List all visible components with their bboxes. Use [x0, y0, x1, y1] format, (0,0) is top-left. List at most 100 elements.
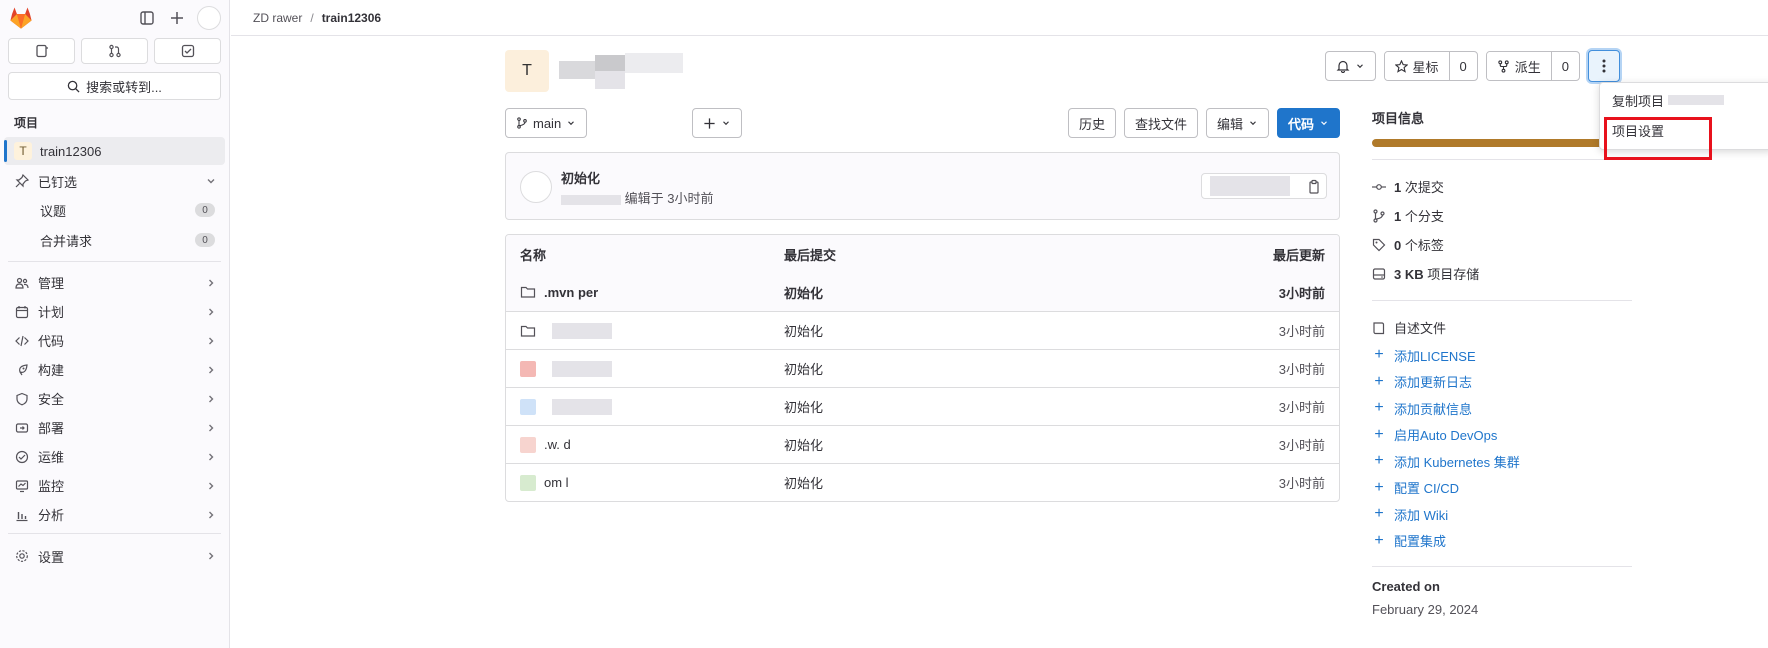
copy-project-id-item[interactable]: 复制项目 — [1600, 85, 1768, 115]
sidebar-item-monitor[interactable]: 运维 — [4, 442, 225, 471]
table-row[interactable]: 初始化 3小时前 — [506, 349, 1339, 387]
tags-label: 个标签 — [1404, 238, 1444, 253]
todos-shortcut-button[interactable] — [154, 38, 221, 64]
star-button[interactable]: 星标 — [1384, 52, 1449, 80]
highlight-annotation — [1604, 117, 1712, 160]
sidebar-item-calendar[interactable]: 计划 — [4, 297, 225, 326]
sidebar-nav-label: 监控 — [38, 479, 65, 494]
info-add-link[interactable]: + 添加 Wiki — [1372, 501, 1632, 528]
merge-requests-shortcut-button[interactable] — [81, 38, 148, 64]
copy-icon[interactable] — [1306, 179, 1322, 195]
file-name[interactable]: om l — [544, 475, 569, 490]
bell-icon — [1336, 60, 1349, 73]
sidebar-item-analytics[interactable]: 分析 — [4, 500, 225, 529]
info-divider — [1372, 159, 1632, 160]
table-row[interactable]: .w. d 初始化 3小时前 — [506, 425, 1339, 463]
info-add-link[interactable]: + 添加LICENSE — [1372, 342, 1632, 369]
table-row[interactable]: om l 初始化 3小时前 — [506, 463, 1339, 501]
sidebar-item-users[interactable]: 管理 — [4, 268, 225, 297]
plus-icon — [704, 117, 715, 129]
search-label: 搜索或转到... — [86, 79, 162, 95]
table-row[interactable]: 初始化 3小时前 — [506, 311, 1339, 349]
sidebar-item-chart[interactable]: 监控 — [4, 471, 225, 500]
info-add-link[interactable]: + 添加 Kubernetes 集群 — [1372, 448, 1632, 475]
history-button[interactable]: 历史 — [1067, 108, 1116, 138]
sidebar-nav-label: 构建 — [38, 363, 65, 378]
info-link-label: 添加更新日志 — [1394, 375, 1473, 391]
branch-selector[interactable]: main — [505, 108, 588, 138]
fork-button[interactable]: 派生 — [1486, 52, 1551, 80]
breadcrumb-group[interactable]: ZD rawer — [253, 11, 302, 25]
info-divider — [1372, 300, 1632, 301]
info-add-link[interactable]: + 添加更新日志 — [1372, 369, 1632, 396]
collapse-sidebar-icon[interactable] — [137, 8, 157, 28]
plus-icon: + — [1374, 531, 1384, 549]
sidebar-nav-label: 安全 — [38, 392, 65, 407]
edit-button[interactable]: 编辑 — [1205, 108, 1269, 138]
sidebar-item-code[interactable]: 代码 — [4, 326, 225, 355]
tag-icon — [1372, 238, 1386, 251]
search-button[interactable]: 搜索或转到... — [8, 72, 221, 100]
find-file-button[interactable]: 查找文件 — [1123, 108, 1198, 138]
commit-title[interactable]: 初始化 — [561, 168, 600, 187]
commits-stat[interactable]: 1 次提交 — [1372, 172, 1632, 201]
sidebar-item-issues[interactable]: 议题 0 — [4, 195, 225, 225]
info-add-link[interactable]: + 添加贡献信息 — [1372, 395, 1632, 422]
language-bar[interactable] — [1372, 139, 1604, 147]
code-label: 代码 — [1287, 116, 1314, 132]
table-row[interactable]: .mvn per 初始化 3小时前 — [506, 273, 1339, 311]
fork-count[interactable]: 0 — [1550, 52, 1579, 80]
sidebar-item-pinned[interactable]: 已钉选 — [4, 167, 225, 195]
commit-sha-box[interactable] — [1201, 173, 1327, 199]
plus-icon[interactable] — [167, 8, 187, 28]
storage-stat[interactable]: 3 KB 项目存储 — [1372, 259, 1632, 288]
add-dropdown-button[interactable] — [692, 108, 742, 138]
info-link-label: 添加贡献信息 — [1394, 401, 1473, 417]
sidebar: 搜索或转到... 项目 T train12306 已钉选 议题 0 合并请求 0… — [0, 0, 230, 648]
commits-count: 1 — [1394, 180, 1402, 195]
file-commit-cell[interactable]: 初始化 — [784, 359, 1139, 378]
breadcrumb-project[interactable]: train12306 — [322, 11, 381, 25]
sidebar-item-settings[interactable]: 设置 — [4, 540, 225, 572]
file-commit-cell[interactable]: 初始化 — [784, 473, 1139, 492]
notification-button[interactable] — [1324, 51, 1376, 81]
deploy-icon — [14, 420, 30, 436]
file-name-redacted — [552, 360, 612, 377]
file-table-header: 名称 最后提交 最后更新 — [506, 235, 1339, 273]
star-count[interactable]: 0 — [1448, 52, 1477, 80]
file-commit-cell[interactable]: 初始化 — [784, 435, 1139, 454]
file-name[interactable]: .mvn per — [544, 285, 598, 300]
file-name[interactable]: .w. d — [544, 437, 571, 452]
sidebar-item-rocket[interactable]: 构建 — [4, 355, 225, 384]
commit-author-avatar[interactable] — [520, 171, 552, 203]
file-commit-cell[interactable]: 初始化 — [784, 397, 1139, 416]
chevron-down-icon — [723, 121, 729, 126]
project-id-redacted — [1668, 95, 1725, 105]
project-title-redacted — [559, 51, 689, 91]
info-divider — [1372, 566, 1632, 567]
star-label: 星标 — [1412, 59, 1439, 75]
info-add-link[interactable]: + 配置集成 — [1372, 528, 1632, 555]
info-add-link[interactable]: + 启用Auto DevOps — [1372, 422, 1632, 449]
sidebar-item-shield[interactable]: 安全 — [4, 384, 225, 413]
gitlab-logo-icon[interactable] — [8, 5, 34, 31]
user-avatar[interactable] — [197, 6, 221, 30]
file-commit-cell[interactable]: 初始化 — [784, 283, 1139, 302]
project-avatar: T — [14, 142, 32, 160]
shield-icon — [14, 391, 30, 407]
readme-link[interactable]: 自述文件 — [1372, 313, 1632, 342]
tags-stat[interactable]: 0 个标签 — [1372, 230, 1632, 259]
code-button[interactable]: 代码 — [1276, 108, 1340, 138]
more-actions-button[interactable] — [1588, 50, 1620, 82]
chevron-right-icon — [209, 395, 214, 402]
info-add-link[interactable]: + 配置 CI/CD — [1372, 475, 1632, 502]
sidebar-item-deploy[interactable]: 部署 — [4, 413, 225, 442]
chevron-down-icon — [1250, 121, 1256, 126]
sidebar-nav: 管理 计划 代码构建安全部署 运维监控分析 — [0, 268, 229, 529]
sidebar-item-project[interactable]: T train12306 — [4, 137, 225, 165]
sidebar-item-merge-requests[interactable]: 合并请求 0 — [4, 225, 225, 255]
table-row[interactable]: 初始化 3小时前 — [506, 387, 1339, 425]
issues-shortcut-button[interactable] — [8, 38, 75, 64]
file-commit-cell[interactable]: 初始化 — [784, 321, 1139, 340]
branches-stat[interactable]: 1 个分支 — [1372, 201, 1632, 230]
